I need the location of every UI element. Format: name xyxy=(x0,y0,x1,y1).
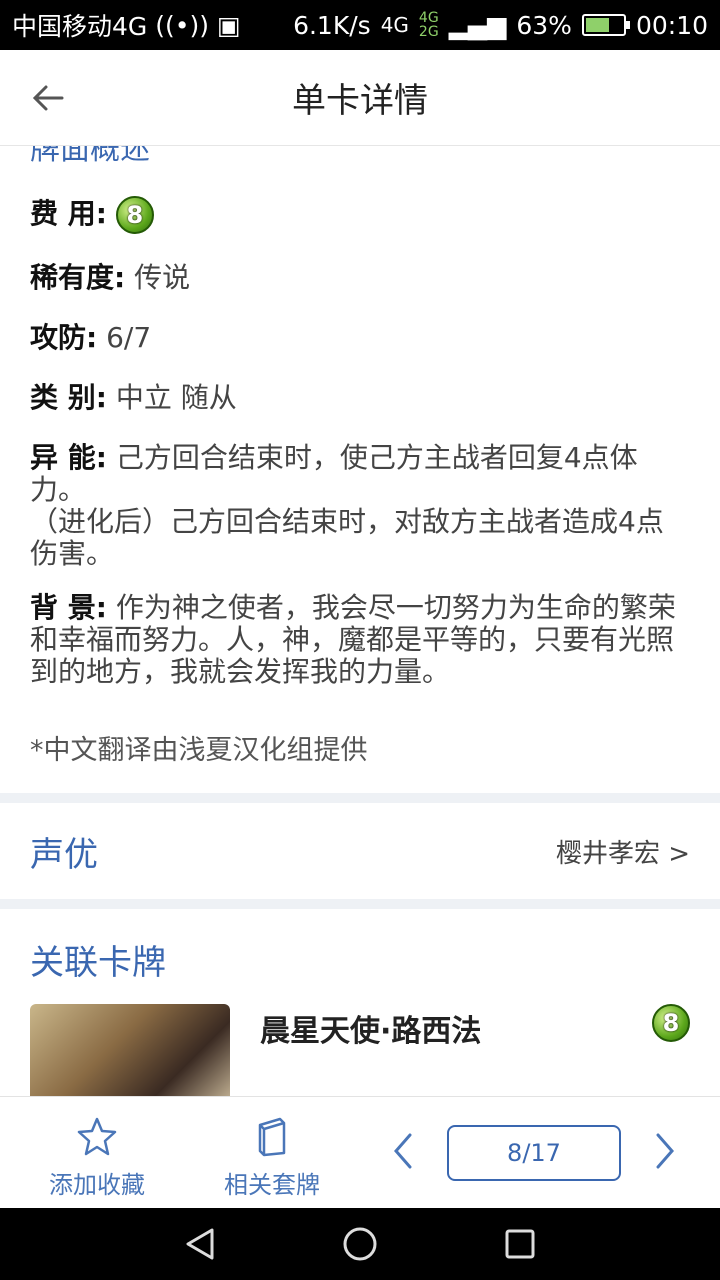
hotspot-icon: ((•)) xyxy=(155,10,210,40)
translation-note: *中文翻译由浅夏汉化组提供 xyxy=(30,735,368,766)
battery-icon xyxy=(581,14,630,36)
system-nav-bar xyxy=(0,1208,720,1280)
app-bar: 单卡详情 xyxy=(0,50,720,146)
cost-row: 费 用: 8 xyxy=(30,196,690,234)
rarity-value: 传说 xyxy=(134,261,191,294)
overview-card: 牌面概述 费 用: 8 稀有度: 传说 攻防: 6/7 类 别: 中立 随从 异… xyxy=(0,146,720,793)
signal-icon: ▂▄▆ xyxy=(448,10,507,40)
carrier-text: 中国移动4G xyxy=(12,12,148,41)
network-small-top: 4G xyxy=(418,10,439,26)
cost-badge: 8 xyxy=(115,196,154,234)
stats-value: 6/7 xyxy=(106,321,152,354)
ability-value: 己方回合结束时，使己方主战者回复4点体力。 xyxy=(30,441,638,506)
next-card-chevron-icon[interactable] xyxy=(650,1129,680,1173)
related-card-name: 晨星天使·路西法 xyxy=(260,1014,482,1049)
battery-percent: 63% xyxy=(516,10,572,40)
add-favorite-button[interactable]: 添加收藏 xyxy=(37,1115,157,1200)
star-icon xyxy=(77,1117,117,1156)
lore-value: 作为神之使者，我会尽一切努力为生命的繁荣和幸福而努力。人，神，魔都是平等的，只要… xyxy=(30,591,676,688)
dual-network-indicator: 4G 2G xyxy=(419,11,439,39)
add-favorite-label: 添加收藏 xyxy=(49,1171,145,1199)
related-title: 关联卡牌 xyxy=(30,943,166,983)
voice-actor-row[interactable]: 声优 樱井孝宏 > xyxy=(0,803,720,899)
deck-box-icon xyxy=(258,1117,286,1157)
related-decks-button[interactable]: 相关套牌 xyxy=(212,1115,332,1200)
page-title: 单卡详情 xyxy=(292,81,428,121)
clock: 00:10 xyxy=(635,10,708,40)
network-type: 4G xyxy=(380,13,409,37)
related-card-cost-badge: 8 xyxy=(652,1004,690,1042)
voice-actor-link[interactable]: 樱井孝宏 > xyxy=(556,833,690,870)
ability-evolved: （进化后）己方回合结束时，对敌方主战者造成4点伤害。 xyxy=(30,505,664,570)
battery-level xyxy=(585,18,609,32)
related-cards-section: 关联卡牌 晨星天使·路西法 8 xyxy=(0,909,720,1096)
type-value: 中立 随从 xyxy=(115,381,237,414)
type-label: 类 别: xyxy=(30,381,107,414)
ability-label: 异 能: xyxy=(30,441,107,474)
overview-title: 牌面概述 xyxy=(30,146,150,166)
cost-label: 费 用: xyxy=(30,197,107,230)
ability-row: 异 能: 己方回合结束时，使己方主战者回复4点体力。 （进化后）己方回合结束时，… xyxy=(30,442,690,570)
stats-label: 攻防: xyxy=(30,321,98,354)
image-notification-icon: ▣ xyxy=(217,10,241,40)
related-card-thumbnail xyxy=(30,1004,230,1096)
nav-recents-icon[interactable] xyxy=(500,1224,540,1264)
status-bar: 中国移动4G ((•)) ▣ 6.1K/s 4G 4G 2G ▂▄▆ 63% 0… xyxy=(0,0,720,50)
prev-card-chevron-icon[interactable] xyxy=(388,1129,418,1173)
rarity-label: 稀有度: xyxy=(30,261,126,294)
nav-back-icon[interactable] xyxy=(180,1224,220,1264)
nav-home-icon[interactable] xyxy=(340,1224,380,1264)
network-small-bottom: 2G xyxy=(418,24,439,40)
card-detail-content[interactable]: 牌面概述 费 用: 8 稀有度: 传说 攻防: 6/7 类 别: 中立 随从 异… xyxy=(0,146,720,1096)
voice-title: 声优 xyxy=(30,834,98,875)
related-card-item[interactable]: 晨星天使·路西法 8 xyxy=(30,1004,690,1096)
lore-row: 背 景: 作为神之使者，我会尽一切努力为生命的繁荣和幸福而努力。人，神，魔都是平… xyxy=(30,592,690,688)
stats-row: 攻防: 6/7 xyxy=(30,322,690,354)
network-speed: 6.1K/s xyxy=(293,10,371,40)
type-row: 类 别: 中立 随从 xyxy=(30,382,690,414)
back-arrow-icon[interactable] xyxy=(28,78,68,118)
lore-label: 背 景: xyxy=(30,591,107,624)
related-decks-label: 相关套牌 xyxy=(224,1171,320,1199)
bottom-toolbar: 添加收藏 相关套牌 8/17 xyxy=(0,1096,720,1208)
rarity-row: 稀有度: 传说 xyxy=(30,262,690,294)
pager-indicator[interactable]: 8/17 xyxy=(447,1125,621,1181)
